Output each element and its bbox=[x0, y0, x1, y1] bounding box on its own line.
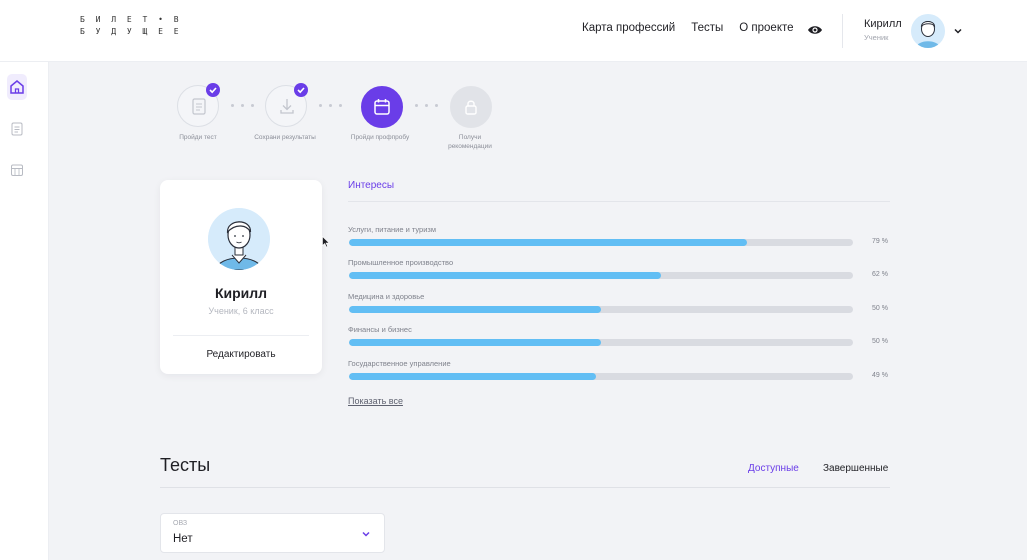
profile-subtitle: Ученик, 6 класс bbox=[208, 306, 274, 316]
user-avatar-icon bbox=[208, 208, 270, 270]
lock-icon bbox=[465, 100, 477, 115]
step-3-label: Пройди профпробу bbox=[350, 134, 410, 141]
avatar[interactable] bbox=[911, 14, 945, 48]
interest-bar-track bbox=[349, 272, 853, 279]
calendar-icon bbox=[374, 99, 390, 115]
interest-label: Медицина и здоровье bbox=[348, 292, 425, 301]
check-icon bbox=[206, 83, 220, 97]
left-rail bbox=[0, 62, 49, 560]
chevron-down-icon bbox=[362, 531, 370, 537]
interest-bar-track bbox=[349, 239, 853, 246]
step-4-label: Получи рекомендации bbox=[448, 134, 492, 150]
step-connector bbox=[415, 104, 438, 107]
interest-bar-track bbox=[349, 373, 853, 380]
header-divider bbox=[842, 14, 843, 48]
tests-section-title: Тесты bbox=[160, 455, 211, 475]
interest-bar-fill bbox=[349, 272, 662, 279]
top-header: Б И Л Е Т • В Б У Д У Щ Е Е Карта профес… bbox=[0, 0, 1027, 62]
interest-percent: 79 % bbox=[872, 238, 888, 245]
profile-card: Кирилл Ученик, 6 класс Редактировать bbox=[160, 180, 322, 374]
chevron-down-icon[interactable] bbox=[952, 25, 964, 37]
logo[interactable]: Б И Л Е Т • В Б У Д У Щ Е Е bbox=[80, 14, 182, 38]
interest-label: Промышленное производство bbox=[348, 258, 454, 267]
ovz-select-label: ОВЗ bbox=[173, 520, 188, 527]
step-connector bbox=[319, 104, 342, 107]
header-user-name[interactable]: Кирилл bbox=[864, 18, 902, 30]
tab-interests[interactable]: Интересы bbox=[348, 180, 394, 191]
ovz-select[interactable]: ОВЗ Нет bbox=[160, 513, 385, 553]
nav-career-map[interactable]: Карта профессий bbox=[582, 22, 675, 34]
calendar-icon[interactable] bbox=[10, 163, 24, 177]
interest-percent: 49 % bbox=[872, 372, 888, 379]
interest-bar-fill bbox=[349, 306, 601, 313]
header-user-role: Ученик bbox=[864, 33, 889, 42]
main-nav: Карта профессий Тесты О проекте bbox=[582, 22, 794, 34]
interest-bar-track bbox=[349, 339, 853, 346]
step-1-label: Пройди тест bbox=[179, 134, 217, 141]
step-connector bbox=[231, 104, 254, 107]
interest-bar-track bbox=[349, 306, 853, 313]
ovz-select-value: Нет bbox=[173, 533, 193, 545]
interest-percent: 62 % bbox=[872, 271, 888, 278]
tab-completed[interactable]: Завершенные bbox=[823, 463, 888, 474]
check-icon bbox=[294, 83, 308, 97]
interest-label: Государственное управление bbox=[348, 359, 451, 368]
interest-percent: 50 % bbox=[872, 338, 888, 345]
avatar bbox=[208, 208, 270, 270]
profile-name: Кирилл bbox=[214, 285, 268, 301]
nav-tests[interactable]: Тесты bbox=[691, 22, 723, 34]
interest-label: Услуги, питание и туризм bbox=[348, 225, 437, 234]
tests-divider bbox=[160, 487, 890, 488]
step-3-circle[interactable] bbox=[361, 86, 403, 128]
home-icon bbox=[10, 80, 24, 94]
tab-available[interactable]: Доступные bbox=[748, 463, 799, 474]
logo-line-1: Б И Л Е Т • В bbox=[80, 15, 182, 24]
step-2-label: Сохрани результаты bbox=[254, 134, 316, 141]
interest-bar-fill bbox=[349, 373, 596, 380]
mouse-cursor-icon bbox=[322, 236, 330, 248]
interests-divider bbox=[348, 201, 890, 202]
nav-about[interactable]: О проекте bbox=[739, 22, 793, 34]
show-all-link[interactable]: Показать все bbox=[348, 396, 403, 406]
interest-percent: 50 % bbox=[872, 305, 888, 312]
profile-divider bbox=[173, 335, 309, 336]
interest-label: Финансы и бизнес bbox=[348, 325, 412, 334]
rail-home-button[interactable] bbox=[7, 74, 27, 100]
edit-profile-button[interactable]: Редактировать bbox=[160, 349, 322, 360]
step-4-circle[interactable] bbox=[450, 86, 492, 128]
interest-bar-fill bbox=[349, 339, 601, 346]
eye-icon[interactable] bbox=[807, 24, 823, 36]
user-avatar-icon bbox=[911, 14, 945, 48]
document-icon[interactable] bbox=[10, 122, 24, 136]
interest-bar-fill bbox=[349, 239, 748, 246]
logo-line-2: Б У Д У Щ Е Е bbox=[80, 27, 182, 36]
